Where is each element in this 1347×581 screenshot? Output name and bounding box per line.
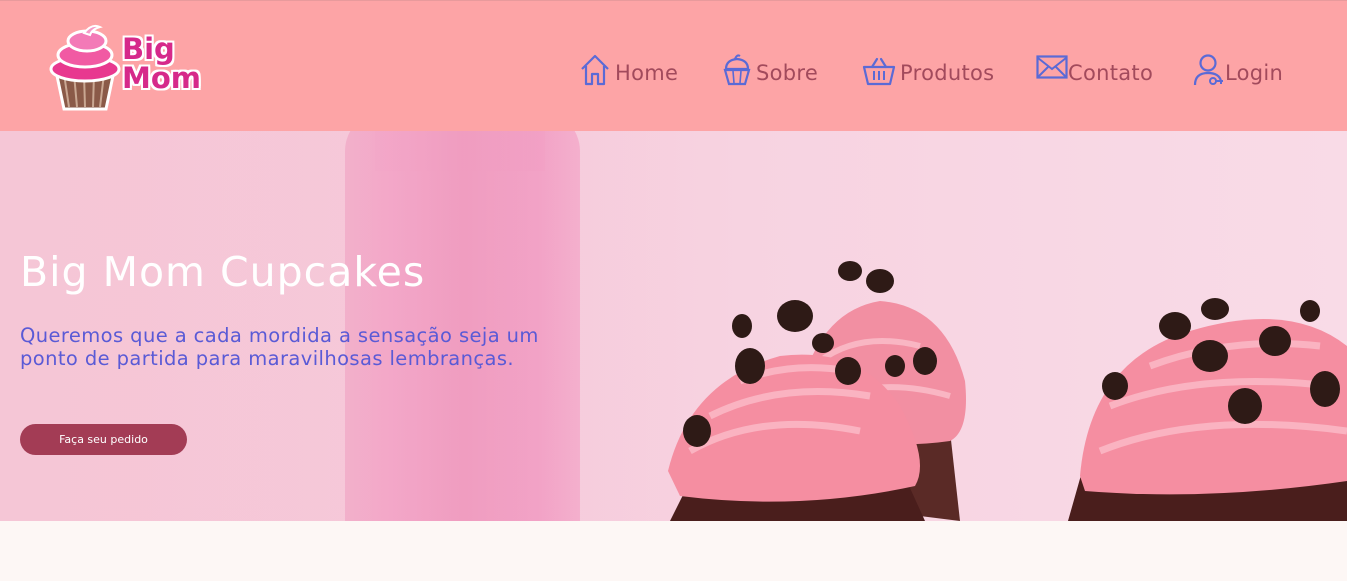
logo-line2: Mom [122,61,201,95]
nav-contato[interactable]: Contato [1036,47,1153,87]
home-icon [581,54,609,86]
nav-home[interactable]: Home [579,47,678,87]
envelope-icon [1036,55,1068,79]
hero-subtitle: Queremos que a cada mordida a sensação s… [20,324,539,370]
cupcake-icon [723,54,751,86]
nav-contato-label: Contato [1068,61,1154,85]
logo-line1: Big [122,32,175,66]
order-button[interactable]: Faça seu pedido [20,424,187,455]
site-header: Big Mom Home Sobre Produtos Contato Logi… [0,0,1347,131]
nav-produtos[interactable]: Produtos [862,47,994,87]
hero-title: Big Mom Cupcakes [20,248,426,296]
user-icon [1193,54,1223,86]
nav-sobre-label: Sobre [756,61,819,85]
nav-home-label: Home [615,61,679,85]
nav-produtos-label: Produtos [900,61,995,85]
logo[interactable]: Big Mom [48,19,208,115]
cupcake-logo-icon [49,24,121,111]
nav-login[interactable]: Login [1193,47,1283,87]
nav-sobre[interactable]: Sobre [722,47,818,87]
nav-login-label: Login [1225,61,1284,85]
logo-text: Big Mom [122,35,201,93]
basket-icon [862,57,896,86]
